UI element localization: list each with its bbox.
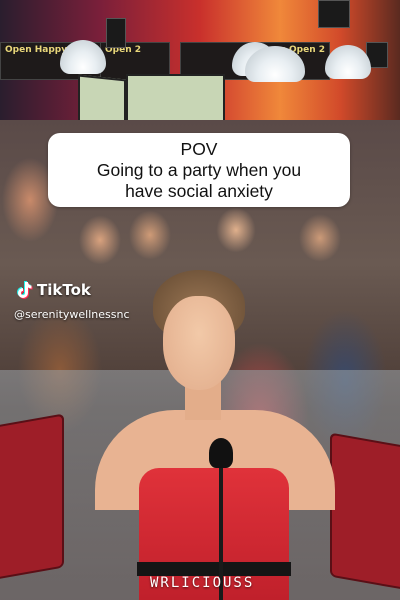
tiktok-logo-icon <box>14 280 34 300</box>
caption-line-1: POV <box>180 138 218 159</box>
caption-line-3: have social anxiety <box>125 180 273 201</box>
face <box>163 296 235 390</box>
black-belt <box>137 562 291 576</box>
tiktok-brand: TikTok <box>37 281 91 299</box>
creator-watermark: WRLICIOUSS <box>150 575 255 591</box>
woman-in-red-dress <box>95 270 335 600</box>
ceiling-speaker <box>106 18 126 48</box>
tiktok-watermark: TikTok @serenitywellnessnc <box>14 280 130 321</box>
sign-left-text: Open Happy <box>5 45 68 55</box>
microphone-icon <box>209 438 233 468</box>
caption-line-2: Going to a party when you <box>96 159 302 180</box>
red-chair <box>330 432 400 592</box>
caption-box: POV Going to a party when you have socia… <box>48 133 350 207</box>
ceiling-speaker <box>318 0 350 28</box>
red-chair <box>0 413 64 581</box>
tiktok-handle: @serenitywellnessnc <box>14 308 130 321</box>
